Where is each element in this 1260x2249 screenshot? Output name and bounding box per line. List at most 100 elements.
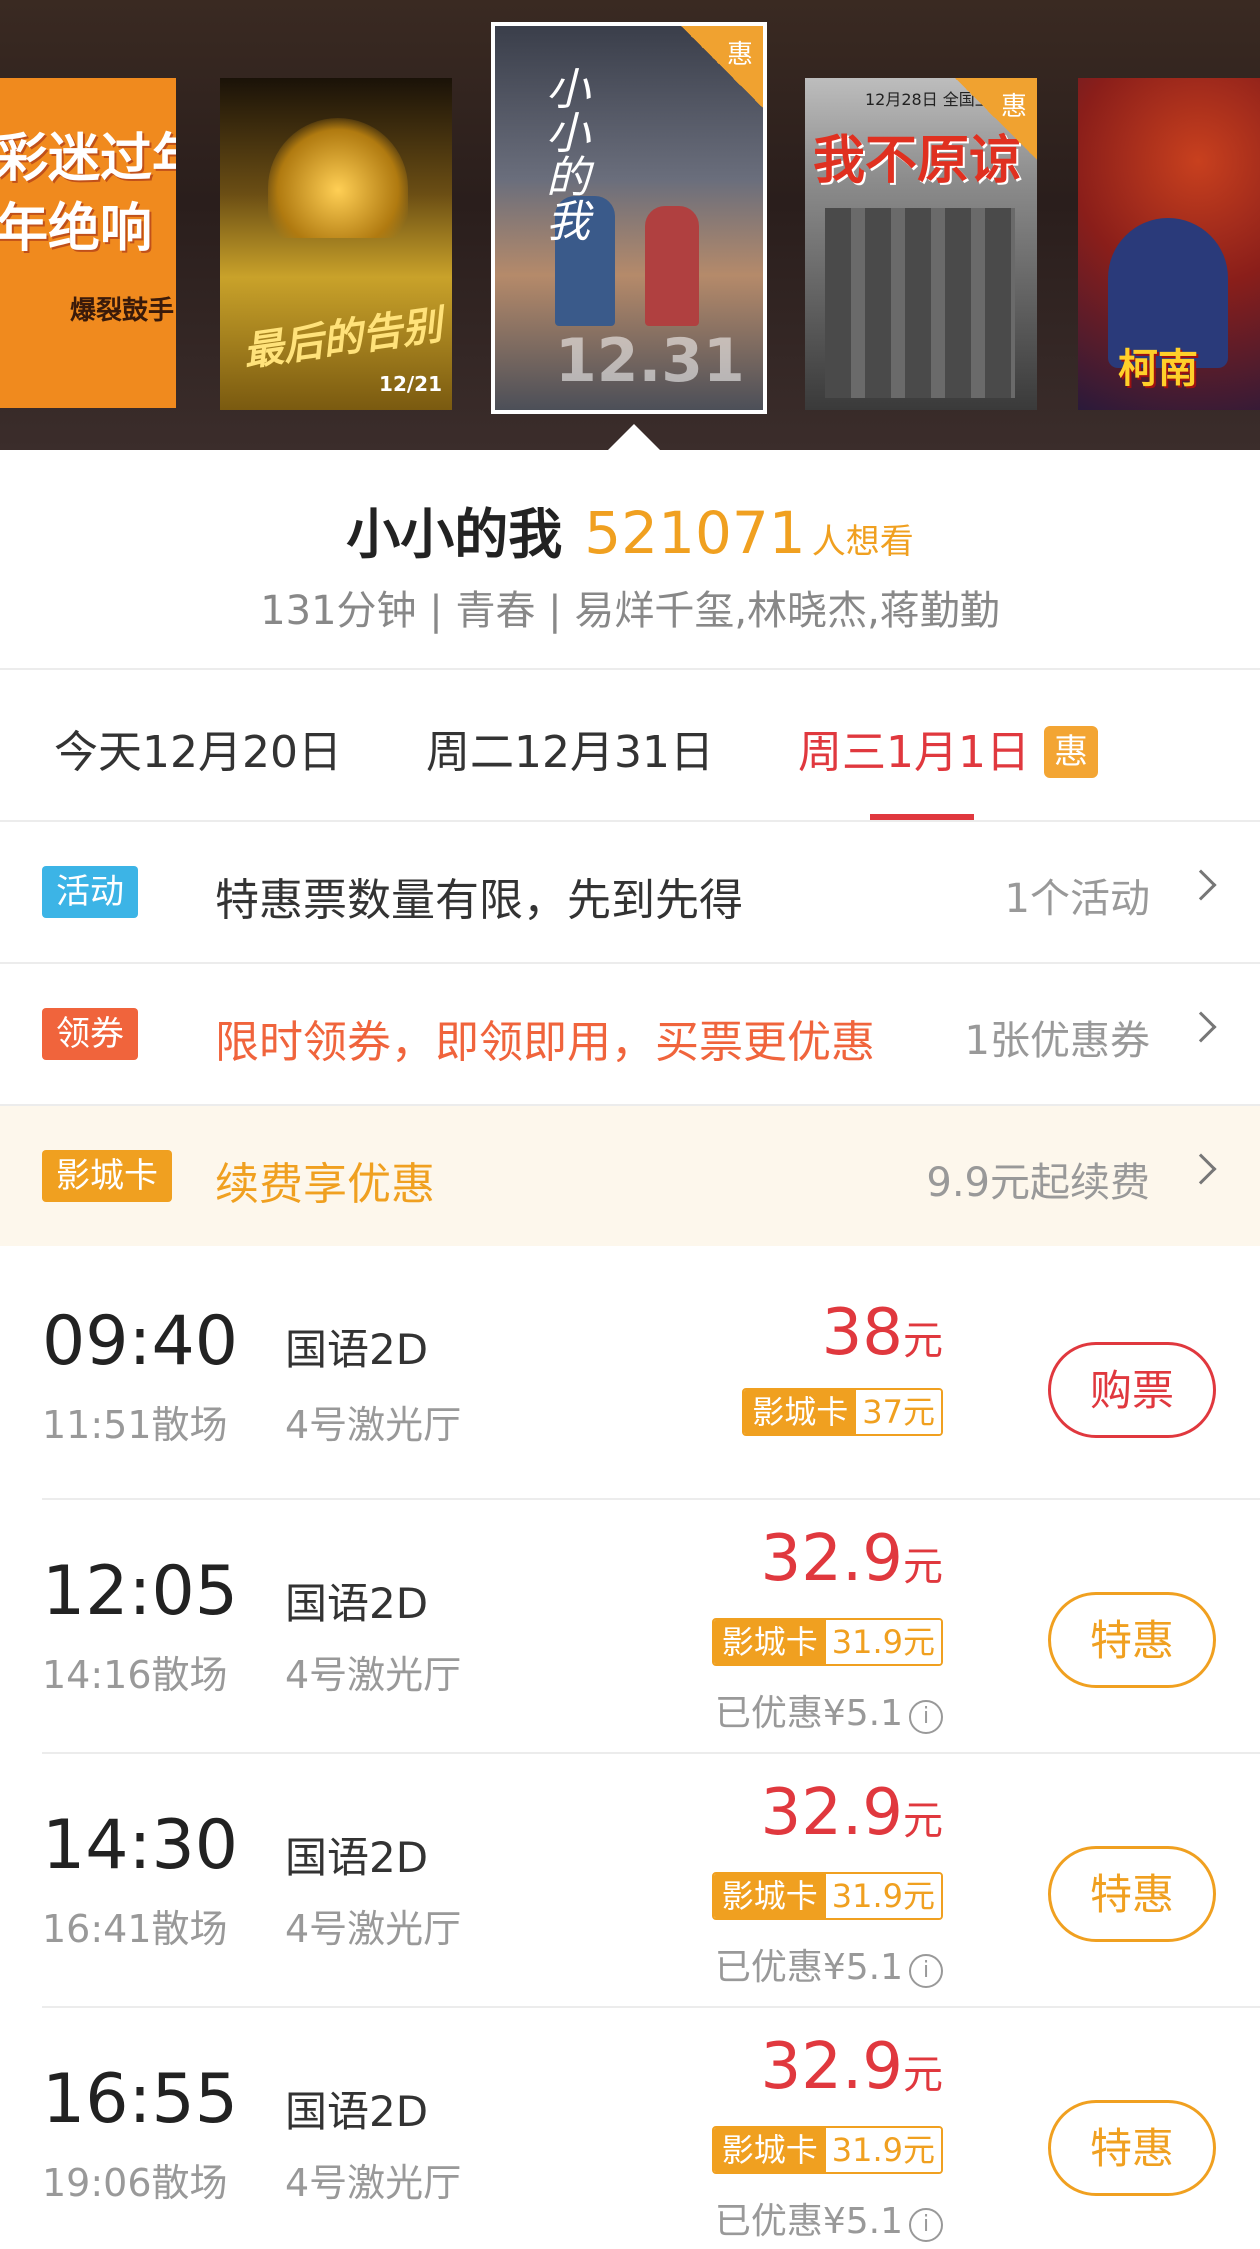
- card-price-label: 影城卡: [744, 1390, 857, 1434]
- tab-today[interactable]: 今天12月20日: [54, 716, 342, 780]
- cinema-card-text: 续费享优惠: [215, 1159, 435, 1210]
- language-format: 国语2D: [285, 2087, 429, 2136]
- showtime-row[interactable]: 14:30 16:41散场 国语2D 4号激光厅 32.9元 影城卡 31.9元 …: [0, 1754, 1260, 2007]
- chevron-right-icon: [1185, 1153, 1217, 1185]
- poster-3[interactable]: 12月28日 全国上映 我不原谅 惠: [805, 78, 1037, 410]
- info-icon[interactable]: i: [909, 1700, 943, 1734]
- card-price-label: 影城卡: [713, 1620, 826, 1664]
- ticket-price: 32.9元: [761, 1776, 944, 1850]
- special-offer-button[interactable]: 特惠: [1048, 1592, 1216, 1688]
- movie-details: 131分钟 | 青春 | 易烊千玺,林晓杰,蒋勤勤: [260, 588, 1000, 634]
- discount-amount: 已优惠¥5.1 i: [715, 2192, 943, 2244]
- movie-info: 小小的我 521071 人想看 131分钟 | 青春 | 易烊千玺,林晓杰,蒋勤勤: [0, 450, 1260, 668]
- saved-text: 已优惠¥5.1: [714, 1947, 903, 1988]
- poster-2-selected[interactable]: 小小的我 12.31 惠: [491, 22, 767, 414]
- chevron-right-icon: [1185, 869, 1217, 901]
- cinema-card-tag: 影城卡: [42, 1150, 172, 1202]
- coupon-row[interactable]: 领券 限时领券，即领即用，买票更优惠 1张优惠券: [0, 964, 1260, 1104]
- card-price-label: 影城卡: [713, 1874, 826, 1918]
- card-price-value: 31.9元: [825, 2128, 941, 2172]
- card-price-value: 37元: [856, 1390, 941, 1434]
- poster-date: 12.31: [555, 326, 745, 396]
- showtime-row[interactable]: 09:40 11:51散场 国语2D 4号激光厅 38元 影城卡 37元 购票: [0, 1246, 1260, 1499]
- discount-badge-text: 惠: [1000, 92, 1027, 122]
- tab-label: 周二12月31日: [426, 727, 714, 778]
- poster-title: 柯南: [1118, 346, 1198, 392]
- activity-row[interactable]: 活动 特惠票数量有限，先到先得 1个活动: [0, 822, 1260, 962]
- chevron-right-icon: [1185, 1011, 1217, 1043]
- language-format: 国语2D: [285, 1579, 429, 1628]
- start-time: 09:40: [42, 1302, 238, 1381]
- special-offer-button[interactable]: 特惠: [1048, 2100, 1216, 2196]
- poster-carousel[interactable]: 彩迷过年 年绝响 爆裂鼓手 最后的告别 12/21 小小的我 12.31 惠 1…: [0, 0, 1260, 450]
- date-tabs: 今天12月20日 周二12月31日 周三1月1日惠: [0, 670, 1260, 820]
- price-unit: 元: [903, 1798, 943, 1844]
- discount-badge-text: 惠: [726, 40, 753, 70]
- price-unit: 元: [903, 1318, 943, 1364]
- showtime-row[interactable]: 12:05 14:16散场 国语2D 4号激光厅 32.9元 影城卡 31.9元 …: [0, 1500, 1260, 1753]
- poster-title: 小小的我: [538, 66, 589, 242]
- cinema-card-renew-price: 9.9元起续费: [926, 1160, 1150, 1206]
- tab-wednesday[interactable]: 周三1月1日惠: [798, 716, 1098, 780]
- tab-tuesday[interactable]: 周二12月31日: [426, 716, 714, 780]
- special-offer-button[interactable]: 特惠: [1048, 1846, 1216, 1942]
- hall-name: 4号激光厅: [285, 1403, 462, 1447]
- price-unit: 元: [903, 1544, 943, 1590]
- discount-corner-badge: 惠: [681, 26, 763, 108]
- tab-label: 今天12月20日: [54, 727, 342, 778]
- want-count: 521071: [584, 499, 806, 567]
- activity-text: 特惠票数量有限，先到先得: [215, 875, 743, 926]
- movie-title-line: 小小的我 521071 人想看: [0, 490, 1260, 569]
- saved-text: 已优惠¥5.1: [714, 1693, 903, 1734]
- end-time: 14:16散场: [42, 1653, 228, 1697]
- activity-count: 1个活动: [1004, 876, 1150, 922]
- start-time: 12:05: [42, 1552, 238, 1631]
- cinema-card-row[interactable]: 影城卡 续费享优惠 9.9元起续费: [0, 1106, 1260, 1246]
- ticket-price: 38元: [822, 1296, 943, 1370]
- coupon-count: 1张优惠券: [964, 1018, 1150, 1064]
- ticket-price: 32.9元: [761, 1522, 944, 1596]
- card-price-value: 31.9元: [825, 1874, 941, 1918]
- card-price-value: 31.9元: [825, 1620, 941, 1664]
- language-format: 国语2D: [285, 1325, 429, 1374]
- end-time: 19:06散场: [42, 2161, 228, 2205]
- info-icon[interactable]: i: [909, 2208, 943, 2242]
- tab-label: 周三1月1日: [798, 727, 1030, 778]
- activity-tag: 活动: [42, 866, 138, 918]
- coupon-tag: 领券: [42, 1008, 138, 1060]
- price-number: 38: [821, 1296, 903, 1370]
- poster-date: 12/21: [379, 372, 442, 396]
- ticket-price: 32.9元: [761, 2030, 944, 2104]
- end-time: 11:51散场: [42, 1403, 228, 1447]
- discount-amount: 已优惠¥5.1 i: [715, 1684, 943, 1736]
- end-time: 16:41散场: [42, 1907, 228, 1951]
- price-number: 32.9: [760, 2030, 904, 2104]
- discount-badge: 惠: [1044, 726, 1098, 778]
- poster-1[interactable]: 最后的告别 12/21: [220, 78, 452, 410]
- hall-name: 4号激光厅: [285, 2161, 462, 2205]
- discount-amount: 已优惠¥5.1 i: [715, 1938, 943, 1990]
- start-time: 14:30: [42, 1806, 238, 1885]
- price-unit: 元: [903, 2052, 943, 2098]
- saved-text: 已优惠¥5.1: [714, 2201, 903, 2242]
- card-price-badge: 影城卡 31.9元: [711, 1618, 943, 1666]
- coupon-text: 限时领券，即领即用，买票更优惠: [215, 1017, 875, 1068]
- price-number: 32.9: [760, 1522, 904, 1596]
- poster-figure-graphic: [645, 206, 699, 326]
- poster-0[interactable]: 彩迷过年 年绝响 爆裂鼓手: [0, 78, 176, 408]
- price-number: 32.9: [760, 1776, 904, 1850]
- poster-title: 彩迷过年 年绝响: [0, 129, 176, 259]
- movie-title: 小小的我: [346, 503, 563, 566]
- start-time: 16:55: [42, 2060, 238, 2139]
- info-icon[interactable]: i: [909, 1954, 943, 1988]
- hall-name: 4号激光厅: [285, 1907, 462, 1951]
- hall-name: 4号激光厅: [285, 1653, 462, 1697]
- carousel-selection-pointer: [608, 424, 660, 450]
- card-price-badge: 影城卡 31.9元: [711, 2126, 943, 2174]
- card-price-label: 影城卡: [713, 2128, 826, 2172]
- showtime-row[interactable]: 16:55 19:06散场 国语2D 4号激光厅 32.9元 影城卡 31.9元 …: [0, 2008, 1260, 2249]
- poster-subtitle: 爆裂鼓手: [70, 296, 175, 326]
- buy-ticket-button[interactable]: 购票: [1048, 1342, 1216, 1438]
- poster-4[interactable]: 柯南: [1078, 78, 1260, 410]
- poster-cast-graphic: [825, 208, 1015, 398]
